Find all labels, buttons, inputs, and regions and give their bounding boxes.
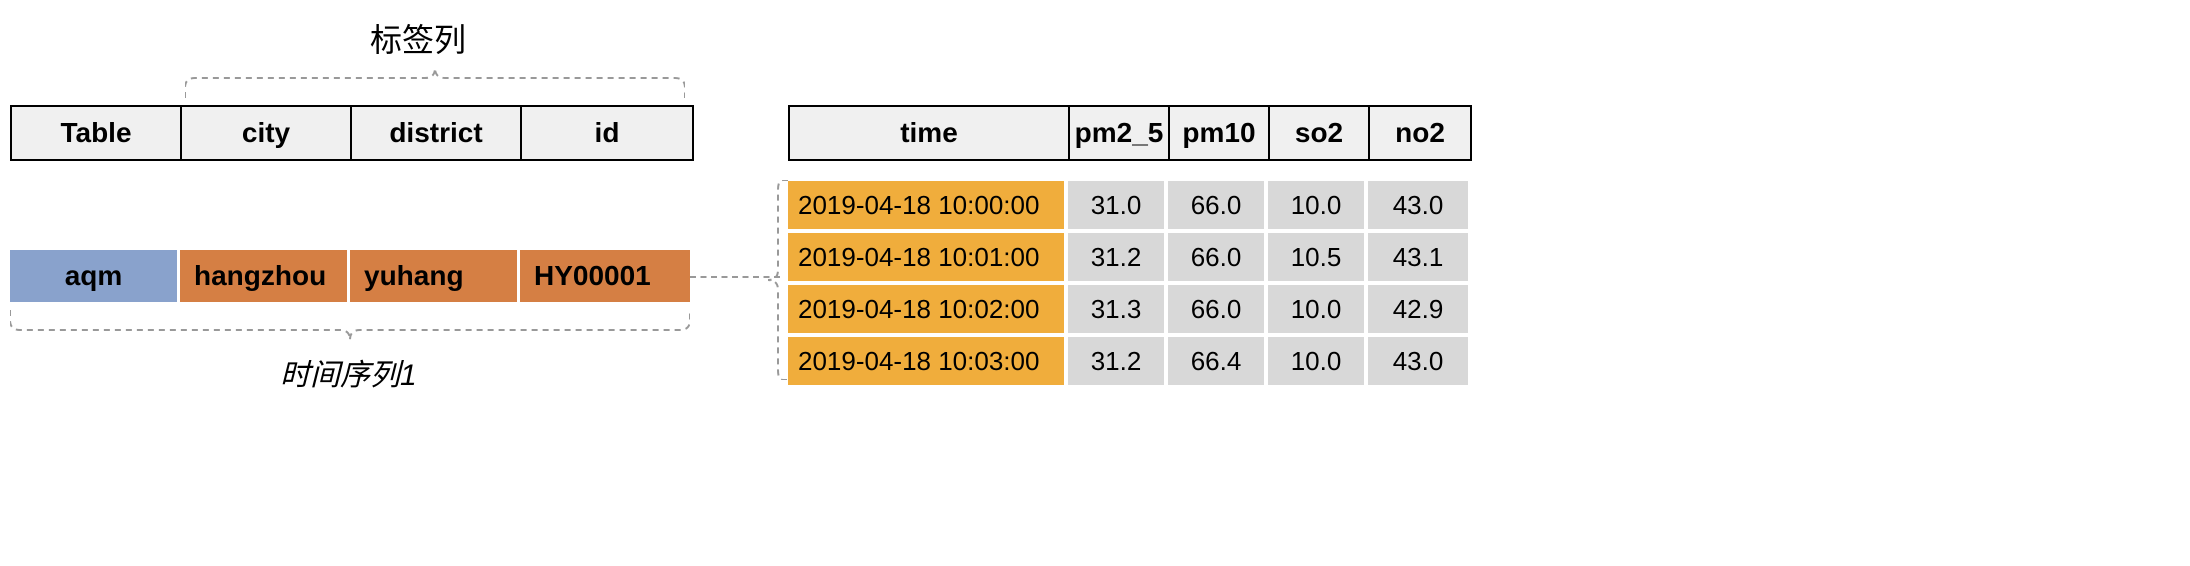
right-header-row: time pm2_5 pm10 so2 no2 [788,105,1472,161]
left-header-id: id [522,107,692,159]
cell-so2: 10.5 [1268,233,1368,281]
left-table-data-row: aqm hangzhou yuhang HY00001 [10,250,690,302]
bottom-bracket-icon [10,310,690,340]
right-header-no2: no2 [1370,107,1470,159]
left-cell-id: HY00001 [520,250,690,302]
table-row: 2019-04-18 10:00:00 31.0 66.0 10.0 43.0 [788,181,1472,229]
cell-no2: 43.1 [1368,233,1468,281]
cell-so2: 10.0 [1268,337,1368,385]
cell-pm10: 66.0 [1168,233,1268,281]
table-row: 2019-04-18 10:03:00 31.2 66.4 10.0 43.0 [788,337,1472,385]
left-header-city: city [182,107,352,159]
left-cell-city: hangzhou [180,250,350,302]
left-header-district: district [352,107,522,159]
cell-pm25: 31.2 [1068,337,1168,385]
top-bracket-icon [185,68,685,98]
right-data-rows: 2019-04-18 10:00:00 31.0 66.0 10.0 43.0 … [788,181,1472,385]
cell-no2: 43.0 [1368,337,1468,385]
tag-column-label: 标签列 [370,15,466,61]
right-header-time: time [790,107,1070,159]
table-row: 2019-04-18 10:02:00 31.3 66.0 10.0 42.9 [788,285,1472,333]
cell-pm25: 31.3 [1068,285,1168,333]
cell-pm25: 31.0 [1068,181,1168,229]
cell-no2: 43.0 [1368,181,1468,229]
left-cell-district: yuhang [350,250,520,302]
cell-so2: 10.0 [1268,181,1368,229]
right-header-pm10: pm10 [1170,107,1270,159]
right-table: time pm2_5 pm10 so2 no2 2019-04-18 10:00… [788,105,1472,389]
cell-so2: 10.0 [1268,285,1368,333]
left-cell-table: aqm [10,250,180,302]
cell-no2: 42.9 [1368,285,1468,333]
cell-pm10: 66.4 [1168,337,1268,385]
table-row: 2019-04-18 10:01:00 31.2 66.0 10.5 43.1 [788,233,1472,281]
cell-pm25: 31.2 [1068,233,1168,281]
cell-pm10: 66.0 [1168,181,1268,229]
left-header-table: Table [12,107,182,159]
right-header-so2: so2 [1270,107,1370,159]
left-table-header-row: Table city district id [10,105,694,161]
cell-time: 2019-04-18 10:00:00 [788,181,1068,229]
timeseries-label: 时间序列1 [280,350,417,394]
left-bracket-right-icon [768,180,788,380]
right-header-pm25: pm2_5 [1070,107,1170,159]
cell-time: 2019-04-18 10:01:00 [788,233,1068,281]
cell-time: 2019-04-18 10:03:00 [788,337,1068,385]
cell-time: 2019-04-18 10:02:00 [788,285,1068,333]
cell-pm10: 66.0 [1168,285,1268,333]
connector-line-icon [690,276,780,278]
